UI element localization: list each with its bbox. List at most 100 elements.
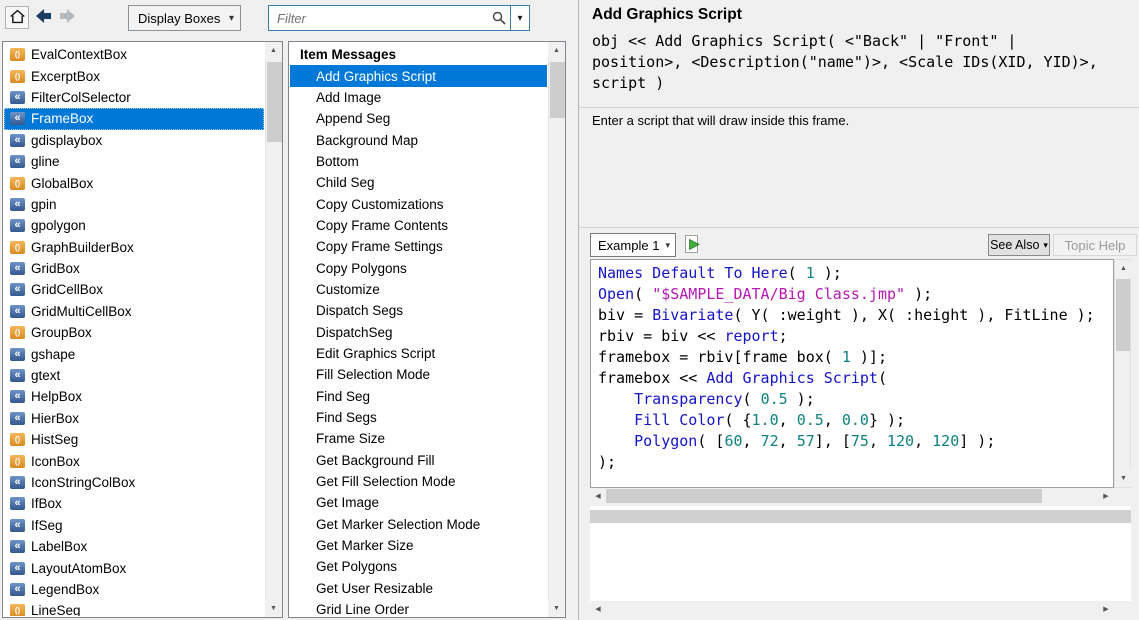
code-vertical-scrollbar[interactable]: ▲ ▼	[1114, 259, 1131, 488]
filter-dropdown-button[interactable]: ▾	[510, 6, 529, 30]
topic-help-label: Topic Help	[1065, 238, 1126, 253]
item-message-list-item[interactable]: Grid Line Order	[290, 599, 547, 616]
code-horizontal-scrollbar[interactable]: ◀ ▶	[590, 488, 1114, 504]
scrollbar-thumb[interactable]	[606, 489, 1042, 503]
item-message-list-item[interactable]: Get Polygons	[290, 556, 547, 577]
item-message-list-item[interactable]: Append Seg	[290, 108, 547, 129]
divider	[579, 227, 1139, 228]
scroll-right-icon[interactable]: ▶	[1098, 601, 1114, 617]
item-message-list-item[interactable]: Dispatch Segs	[290, 300, 547, 321]
item-message-list-item[interactable]: Get Marker Selection Mode	[290, 514, 547, 535]
item-message-list-item[interactable]: Background Map	[290, 129, 547, 150]
scriptable-object-icon: «	[10, 583, 25, 596]
display-box-list-item[interactable]: «FrameBox	[4, 108, 264, 129]
display-box-list-item[interactable]: ()IconBox	[4, 450, 264, 471]
display-box-list-item[interactable]: «gline	[4, 151, 264, 172]
display-box-list-item[interactable]: «LegendBox	[4, 579, 264, 600]
item-message-list-item[interactable]: Bottom	[290, 151, 547, 172]
category-dropdown[interactable]: Display Boxes ▾	[128, 5, 241, 31]
display-box-list-item[interactable]: ()ExcerptBox	[4, 65, 264, 86]
item-message-list-item[interactable]: Get Image	[290, 492, 547, 513]
item-message-list-item[interactable]: Frame Size	[290, 428, 547, 449]
item-message-list-item[interactable]: Find Seg	[290, 386, 547, 407]
item-message-list-item[interactable]: Copy Frame Settings	[290, 236, 547, 257]
function-icon: ()	[10, 326, 25, 339]
display-box-list-item[interactable]: «gdisplaybox	[4, 130, 264, 151]
display-box-list-item[interactable]: «gpolygon	[4, 215, 264, 236]
forward-button[interactable]	[56, 6, 80, 29]
display-box-list-item[interactable]: «gtext	[4, 365, 264, 386]
item-message-list-item[interactable]: Customize	[290, 279, 547, 300]
display-box-list-item[interactable]: «GridMultiCellBox	[4, 301, 264, 322]
scroll-down-icon[interactable]: ▼	[265, 600, 282, 617]
display-box-list-item-label: gshape	[31, 347, 75, 362]
item-message-list-item[interactable]: Find Segs	[290, 407, 547, 428]
item-message-list-item[interactable]: Get Marker Size	[290, 535, 547, 556]
display-box-list-item[interactable]: «GridBox	[4, 258, 264, 279]
item-message-list-scrollbar[interactable]: ▲ ▼	[548, 42, 565, 617]
display-box-list-scrollbar[interactable]: ▲ ▼	[265, 42, 282, 617]
display-box-list-item[interactable]: «LayoutAtomBox	[4, 557, 264, 578]
item-message-list-item[interactable]: Copy Customizations	[290, 193, 547, 214]
display-box-list-item[interactable]: « HelpBox	[4, 386, 264, 407]
display-box-list-item[interactable]: «HierBox	[4, 408, 264, 429]
scrollbar-thumb[interactable]	[1116, 279, 1130, 351]
item-message-list-item[interactable]: DispatchSeg	[290, 321, 547, 342]
display-box-list-item[interactable]: «IfBox	[4, 493, 264, 514]
display-box-list-item[interactable]: ()GraphBuilderBox	[4, 237, 264, 258]
item-message-list-item[interactable]: Get Fill Selection Mode	[290, 471, 547, 492]
display-box-list-item[interactable]: «IconStringColBox	[4, 472, 264, 493]
scroll-left-icon[interactable]: ◀	[590, 488, 606, 504]
item-message-list-item[interactable]: Get Background Fill	[290, 450, 547, 471]
scroll-right-icon[interactable]: ▶	[1098, 488, 1114, 504]
item-message-list-item[interactable]: Get User Resizable	[290, 578, 547, 599]
scrollbar-thumb[interactable]	[267, 62, 282, 142]
display-box-list-item[interactable]: ()HistSeg	[4, 429, 264, 450]
code-line: Names Default To Here( 1 );	[598, 263, 1113, 284]
topic-help-button[interactable]: Topic Help	[1053, 234, 1137, 256]
display-box-list-item[interactable]: «IfSeg	[4, 515, 264, 536]
back-button[interactable]	[31, 6, 55, 29]
scriptable-object-icon: «	[10, 305, 25, 318]
function-icon: ()	[10, 241, 25, 254]
display-box-list-item[interactable]: ()LineSeg	[4, 600, 264, 616]
display-box-list-item[interactable]: «GridCellBox	[4, 279, 264, 300]
item-message-list-item[interactable]: Edit Graphics Script	[290, 343, 547, 364]
display-box-list-item[interactable]: «gshape	[4, 343, 264, 364]
item-message-list-item[interactable]: Copy Polygons	[290, 257, 547, 278]
item-message-list-item[interactable]: Add Image	[290, 87, 547, 108]
display-box-list-item-label: ExcerptBox	[31, 69, 100, 84]
scriptable-object-icon: «	[10, 390, 25, 403]
display-box-list-item-label: GridCellBox	[31, 282, 103, 297]
scroll-down-icon[interactable]: ▼	[1115, 470, 1132, 487]
scroll-left-icon[interactable]: ◀	[590, 601, 606, 617]
display-box-list-item[interactable]: «gpin	[4, 194, 264, 215]
display-box-list-item[interactable]: ()GroupBox	[4, 322, 264, 343]
display-box-list-item-label: HelpBox	[31, 389, 82, 404]
bottom-horizontal-scrollbar[interactable]: ◀ ▶	[590, 601, 1114, 617]
display-box-list-item-label: IconStringColBox	[31, 475, 135, 490]
scroll-up-icon[interactable]: ▲	[265, 42, 282, 59]
scroll-down-icon[interactable]: ▼	[548, 600, 565, 617]
see-also-button[interactable]: See Also ▾	[988, 234, 1050, 256]
display-box-list-item[interactable]: «LabelBox	[4, 536, 264, 557]
display-box-list-item[interactable]: ()GlobalBox	[4, 172, 264, 193]
scriptable-object-icon: «	[10, 262, 25, 275]
item-message-list-item[interactable]: Add Graphics Script	[290, 65, 547, 86]
display-box-list-item[interactable]: ()EvalContextBox	[4, 44, 264, 65]
example-selector[interactable]: Example 1 ▾	[590, 233, 676, 257]
home-button[interactable]	[5, 6, 29, 29]
scriptable-object-icon: «	[10, 91, 25, 104]
filter-input[interactable]	[269, 6, 488, 30]
item-message-list-item[interactable]: Child Seg	[290, 172, 547, 193]
scroll-up-icon[interactable]: ▲	[548, 42, 565, 59]
item-message-list-item[interactable]: Fill Selection Mode	[290, 364, 547, 385]
scriptable-object-icon: «	[10, 198, 25, 211]
example-code-editor[interactable]: Names Default To Here( 1 );Open( "$SAMPL…	[590, 259, 1114, 488]
scroll-up-icon[interactable]: ▲	[1115, 260, 1132, 277]
scrollbar-thumb[interactable]	[550, 62, 565, 118]
display-box-list-item[interactable]: «FilterColSelector	[4, 87, 264, 108]
item-message-list-item[interactable]: Copy Frame Contents	[290, 215, 547, 236]
run-example-button[interactable]	[682, 234, 704, 256]
scriptable-object-icon: «	[10, 562, 25, 575]
